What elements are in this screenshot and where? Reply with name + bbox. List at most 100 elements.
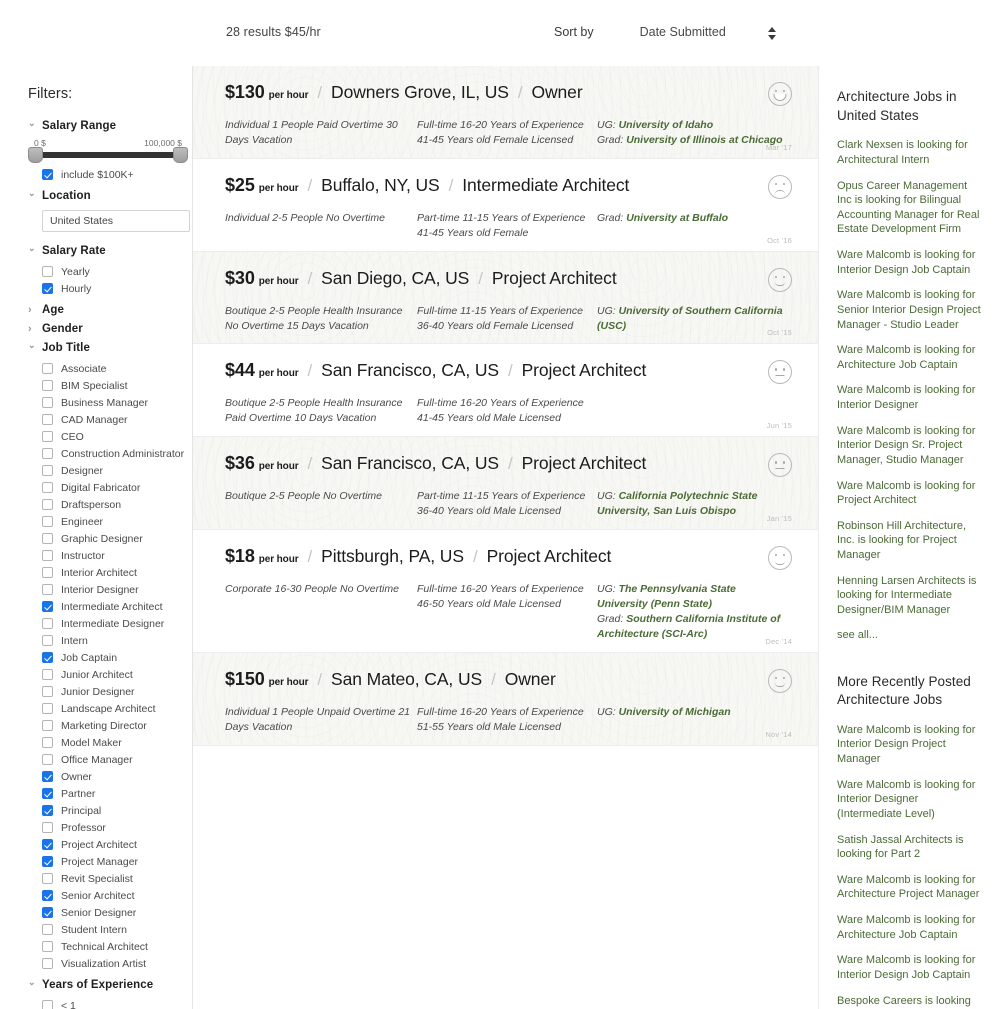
checkbox-icon[interactable] [42,567,53,578]
slider-knob-min[interactable] [28,147,43,163]
filter-option-intern[interactable]: Intern [28,632,192,649]
job-posting-link[interactable]: Ware Malcomb is looking for Architecture… [837,873,983,902]
satisfaction-neutral-face-icon[interactable] [768,546,792,571]
checkbox-icon[interactable] [42,720,53,731]
checkbox-icon[interactable] [42,873,53,884]
filter-option-revit-specialist[interactable]: Revit Specialist [28,870,192,887]
satisfaction-sad-face-icon[interactable] [768,174,792,199]
checkbox-checked-icon[interactable] [42,169,53,180]
job-posting-link[interactable]: Robinson Hill Architecture, Inc. is look… [837,519,983,563]
filter-option-digital-fabricator[interactable]: Digital Fabricator [28,479,192,496]
result-card[interactable]: $36 per hour / San Francisco, CA, US / Projec… [193,437,818,531]
checkbox-checked-icon[interactable] [42,856,53,867]
satisfaction-neutral-face-icon[interactable] [768,668,792,693]
filter-option-junior-designer[interactable]: Junior Designer [28,683,192,700]
sort-control[interactable]: Sort by Date Submitted [554,25,726,39]
checkbox-icon[interactable] [42,533,53,544]
filter-option-model-maker[interactable]: Model Maker [28,734,192,751]
checkbox-icon[interactable] [42,363,53,374]
checkbox-icon[interactable] [42,516,53,527]
filter-group-header[interactable]: Job Title [28,342,192,354]
slider-knob-max[interactable] [173,147,188,163]
job-posting-link[interactable]: Ware Malcomb is looking for Interior Des… [837,424,983,468]
checkbox-icon[interactable] [42,499,53,510]
filter-group-header[interactable]: Gender [28,323,192,335]
result-card[interactable]: $150 per hour / San Mateo, CA, US / Owner Indi… [193,653,818,746]
filter-option-bim-specialist[interactable]: BIM Specialist [28,377,192,394]
checkbox-icon[interactable] [42,754,53,765]
filter-option-project-manager[interactable]: Project Manager [28,853,192,870]
checkbox-icon[interactable] [42,737,53,748]
filter-option-instructor[interactable]: Instructor [28,547,192,564]
job-posting-link[interactable]: Ware Malcomb is looking for Interior Des… [837,723,983,767]
filter-option-engineer[interactable]: Engineer [28,513,192,530]
filter-option-senior-architect[interactable]: Senior Architect [28,887,192,904]
checkbox-icon[interactable] [42,448,53,459]
filter-option-interior-architect[interactable]: Interior Architect [28,564,192,581]
filter-option-interior-designer[interactable]: Interior Designer [28,581,192,598]
location-input[interactable] [42,210,190,232]
checkbox-icon[interactable] [42,635,53,646]
checkbox-icon[interactable] [42,941,53,952]
see-all-link[interactable]: see all... [837,629,983,641]
job-posting-link[interactable]: Bespoke Careers is looking for Marketing… [837,994,983,1009]
result-card[interactable]: $18 per hour / Pittsburgh, PA, US / Project A… [193,530,818,653]
filter-option-ceo[interactable]: CEO [28,428,192,445]
filter-option-hourly[interactable]: Hourly [28,280,192,297]
slider-track[interactable] [28,147,188,163]
checkbox-checked-icon[interactable] [42,907,53,918]
job-posting-link[interactable]: Ware Malcomb is looking for Architecture… [837,343,983,372]
filter-group-header[interactable]: Salary Rate [28,245,192,257]
job-posting-link[interactable]: Ware Malcomb is looking for Interior Des… [837,953,983,982]
filter-option-project-architect[interactable]: Project Architect [28,836,192,853]
filter-option-marketing-director[interactable]: Marketing Director [28,717,192,734]
filter-option-include-100k[interactable]: include $100K+ [28,166,192,183]
filter-option-senior-designer[interactable]: Senior Designer [28,904,192,921]
filter-option-1[interactable]: < 1 [28,997,192,1009]
filter-option-visualization-artist[interactable]: Visualization Artist [28,955,192,972]
checkbox-icon[interactable] [42,924,53,935]
filter-option-associate[interactable]: Associate [28,360,192,377]
filter-option-cad-manager[interactable]: CAD Manager [28,411,192,428]
job-posting-link[interactable]: Ware Malcomb is looking for Interior Des… [837,248,983,277]
filter-option-designer[interactable]: Designer [28,462,192,479]
checkbox-icon[interactable] [42,618,53,629]
results-list[interactable]: $130 per hour / Downers Grove, IL, US / Owner… [193,66,818,1009]
filter-option-principal[interactable]: Principal [28,802,192,819]
job-posting-link[interactable]: Opus Career Management Inc is looking fo… [837,179,983,238]
filter-option-landscape-architect[interactable]: Landscape Architect [28,700,192,717]
checkbox-icon[interactable] [42,550,53,561]
checkbox-checked-icon[interactable] [42,890,53,901]
checkbox-icon[interactable] [42,482,53,493]
satisfaction-happy-face-icon[interactable] [768,82,792,106]
checkbox-icon[interactable] [42,703,53,714]
checkbox-checked-icon[interactable] [42,601,53,612]
filter-option-graphic-designer[interactable]: Graphic Designer [28,530,192,547]
checkbox-icon[interactable] [42,669,53,680]
sort-by-value[interactable]: Date Submitted [640,25,726,39]
checkbox-icon[interactable] [42,414,53,425]
checkbox-icon[interactable] [42,266,53,277]
result-card[interactable]: $44 per hour / San Francisco, CA, US / Projec… [193,344,818,438]
checkbox-checked-icon[interactable] [42,839,53,850]
checkbox-checked-icon[interactable] [42,283,53,294]
checkbox-icon[interactable] [42,431,53,442]
filter-group-header[interactable]: Salary Range [28,120,192,132]
result-card[interactable]: $25 per hour / Buffalo, NY, US / Intermediate… [193,158,818,252]
checkbox-icon[interactable] [42,397,53,408]
filter-option-construction-administrator[interactable]: Construction Administrator [28,445,192,462]
filter-option-job-captain[interactable]: Job Captain [28,649,192,666]
filter-option-partner[interactable]: Partner [28,785,192,802]
checkbox-checked-icon[interactable] [42,652,53,663]
filter-option-student-intern[interactable]: Student Intern [28,921,192,938]
result-card[interactable]: $130 per hour / Downers Grove, IL, US / Owner… [193,66,818,159]
job-posting-link[interactable]: Ware Malcomb is looking for Architecture… [837,913,983,942]
filter-option-professor[interactable]: Professor [28,819,192,836]
filter-option-technical-architect[interactable]: Technical Architect [28,938,192,955]
checkbox-checked-icon[interactable] [42,771,53,782]
filter-option-intermediate-designer[interactable]: Intermediate Designer [28,615,192,632]
checkbox-icon[interactable] [42,686,53,697]
checkbox-icon[interactable] [42,822,53,833]
filter-option-junior-architect[interactable]: Junior Architect [28,666,192,683]
filter-group-header[interactable]: Location [28,190,192,202]
